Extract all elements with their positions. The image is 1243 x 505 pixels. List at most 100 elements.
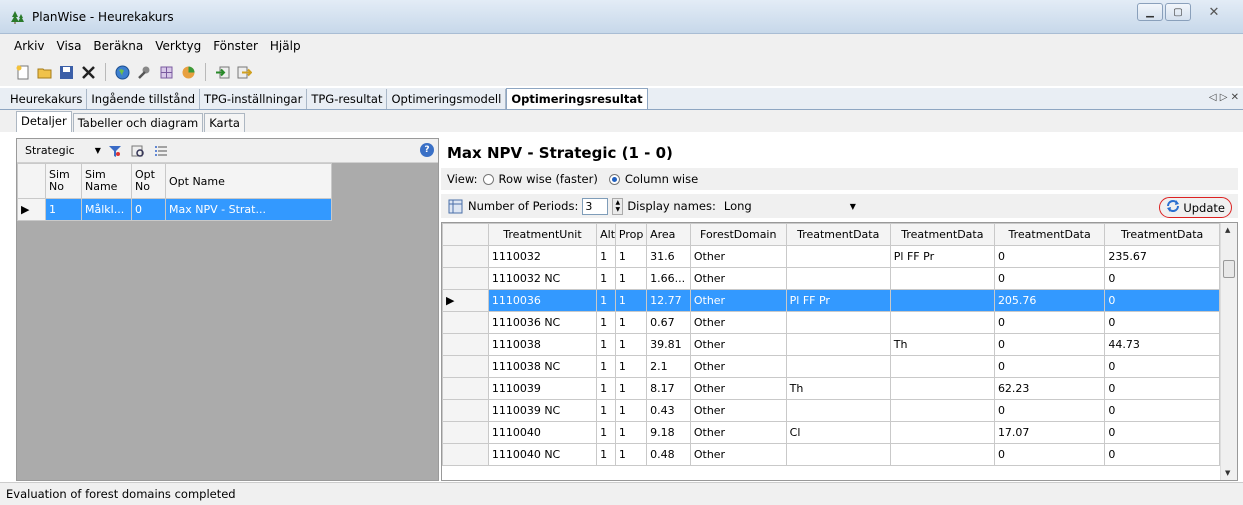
scroll-thumb[interactable] [1223, 260, 1235, 278]
preview-icon[interactable] [130, 142, 147, 159]
cell-treatmentdata-1[interactable] [785, 355, 891, 378]
cell-alt[interactable]: 1 [596, 311, 616, 334]
menu-berakna[interactable]: Beräkna [93, 39, 143, 53]
cell-alt[interactable]: 1 [596, 421, 616, 444]
cell-area[interactable]: 0.67 [646, 311, 691, 334]
cell-treatmentdata-4[interactable]: 0 [1104, 399, 1220, 422]
table-settings-icon[interactable] [447, 198, 464, 215]
cell-treatmentunit[interactable]: 1110032 [487, 245, 598, 268]
grid-calc-icon[interactable] [158, 64, 175, 81]
row-header[interactable] [442, 399, 489, 422]
cell-treatmentdata-4[interactable]: 0 [1104, 267, 1220, 290]
tab-optimeringsresultat[interactable]: Optimeringsresultat [506, 88, 648, 109]
cell-prop[interactable]: 1 [614, 443, 648, 466]
tab-optimeringsmodell[interactable]: Optimeringsmodell [387, 89, 507, 109]
table-row[interactable]: 1110032 NC 1 1 1.66... Other 0 0 [442, 267, 1220, 290]
cell-treatmentdata-2[interactable] [889, 399, 995, 422]
cell-area[interactable]: 0.48 [646, 443, 691, 466]
row-header[interactable] [442, 377, 489, 400]
vertical-scrollbar[interactable]: ▲ ▼ [1220, 223, 1237, 480]
cell-treatmentunit[interactable]: 1110040 NC [487, 443, 598, 466]
table-row[interactable]: 1110040 1 1 9.18 Other Cl 17.07 0 [442, 421, 1220, 444]
cell-treatmentdata-2[interactable] [889, 355, 995, 378]
cell-treatmentdata-3[interactable]: 0 [993, 333, 1106, 356]
cell-treatmentunit[interactable]: 1110036 NC [487, 311, 598, 334]
delete-icon[interactable] [80, 64, 97, 81]
cell-treatmentdata-2[interactable] [889, 311, 995, 334]
radio-column-wise[interactable] [608, 173, 620, 185]
cell-treatmentdata-2[interactable] [889, 377, 995, 400]
cell-treatmentdata-2[interactable] [889, 267, 995, 290]
periods-input[interactable] [582, 197, 609, 215]
table-row[interactable]: ▶ 1 Målkl... 0 Max NPV - Strat... [17, 198, 332, 221]
cell-area[interactable]: 39.81 [646, 333, 691, 356]
list-icon[interactable] [153, 142, 170, 159]
chevron-down-icon[interactable]: ▼ [95, 146, 101, 155]
cell-treatmentdata-1[interactable]: Pl FF Pr [785, 289, 891, 312]
row-header[interactable] [442, 267, 489, 290]
cell-treatmentdata-4[interactable]: 0 [1104, 355, 1220, 378]
cell-prop[interactable]: 1 [614, 377, 648, 400]
table-row[interactable]: 1110038 NC 1 1 2.1 Other 0 0 [442, 355, 1220, 378]
cell-forestdomain[interactable]: Other [689, 399, 787, 422]
cell-forestdomain[interactable]: Other [689, 267, 787, 290]
column-header-opt-name[interactable]: Opt Name [165, 163, 332, 199]
globe-icon[interactable] [114, 64, 131, 81]
cell-alt[interactable]: 1 [596, 245, 616, 268]
cell-treatmentunit[interactable]: 1110036 [487, 289, 598, 312]
close-button[interactable]: ✕ [1193, 3, 1235, 21]
subtab-karta[interactable]: Karta [204, 113, 245, 132]
cell-alt[interactable]: 1 [596, 267, 616, 290]
cell-alt[interactable]: 1 [596, 443, 616, 466]
cell-treatmentdata-1[interactable] [785, 311, 891, 334]
subtab-detaljer[interactable]: Detaljer [16, 111, 72, 132]
row-header[interactable] [442, 443, 489, 466]
cell-treatmentunit[interactable]: 1110032 NC [487, 267, 598, 290]
periods-spinner-icon[interactable]: ▲ ▼ [612, 197, 624, 215]
column-header-treatmentdata-4[interactable]: TreatmentData [1104, 223, 1220, 246]
cell-treatmentdata-3[interactable]: 0 [993, 267, 1106, 290]
cell-treatmentunit[interactable]: 1110038 NC [487, 355, 598, 378]
cell-prop[interactable]: 1 [614, 421, 648, 444]
cell-prop[interactable]: 1 [614, 333, 648, 356]
column-header-opt-no[interactable]: Opt No [131, 163, 166, 199]
help-icon[interactable]: ? [420, 143, 434, 157]
cell-area[interactable]: 1.66... [646, 267, 691, 290]
column-header-area[interactable]: Area [646, 223, 691, 246]
cell-treatmentdata-3[interactable]: 0 [993, 355, 1106, 378]
table-row[interactable]: ▶ 1110036 1 1 12.77 Other Pl FF Pr 205.76 0 [442, 289, 1220, 312]
cell-treatmentdata-3[interactable]: 0 [993, 443, 1106, 466]
scroll-down-icon[interactable]: ▼ [1225, 469, 1230, 477]
cell-treatmentdata-3[interactable]: 0 [993, 399, 1106, 422]
cell-treatmentunit[interactable]: 1110040 [487, 421, 598, 444]
cell-treatmentdata-1[interactable] [785, 245, 891, 268]
cell-opt-no[interactable]: 0 [131, 198, 166, 221]
cell-prop[interactable]: 1 [614, 311, 648, 334]
open-folder-icon[interactable] [36, 64, 53, 81]
menu-fonster[interactable]: Fönster [213, 39, 258, 53]
cell-treatmentdata-2[interactable] [889, 421, 995, 444]
cell-treatmentdata-3[interactable]: 0 [993, 311, 1106, 334]
cell-alt[interactable]: 1 [596, 399, 616, 422]
cell-prop[interactable]: 1 [614, 289, 648, 312]
cell-forestdomain[interactable]: Other [689, 443, 787, 466]
cell-treatmentdata-4[interactable]: 0 [1104, 377, 1220, 400]
cell-alt[interactable]: 1 [596, 355, 616, 378]
cell-forestdomain[interactable]: Other [689, 377, 787, 400]
cell-sim-no[interactable]: 1 [45, 198, 82, 221]
row-selector-icon[interactable]: ▶ [17, 198, 46, 221]
cell-alt[interactable]: 1 [596, 377, 616, 400]
tab-nav-arrows-icon[interactable]: ◁ ▷ ✕ [1209, 92, 1239, 103]
row-header[interactable] [442, 311, 489, 334]
radio-row-wise[interactable] [482, 173, 494, 185]
cell-sim-name[interactable]: Målkl... [81, 198, 132, 221]
filter-icon[interactable] [107, 142, 124, 159]
cell-treatmentdata-2[interactable]: Th [889, 333, 995, 356]
cell-forestdomain[interactable]: Other [689, 289, 787, 312]
menu-arkiv[interactable]: Arkiv [14, 39, 45, 53]
cell-prop[interactable]: 1 [614, 355, 648, 378]
table-row[interactable]: 1110032 1 1 31.6 Other Pl FF Pr 0 235.67 [442, 245, 1220, 268]
new-file-icon[interactable] [14, 64, 31, 81]
cell-treatmentdata-3[interactable]: 62.23 [993, 377, 1106, 400]
cell-treatmentdata-1[interactable]: Cl [785, 421, 891, 444]
